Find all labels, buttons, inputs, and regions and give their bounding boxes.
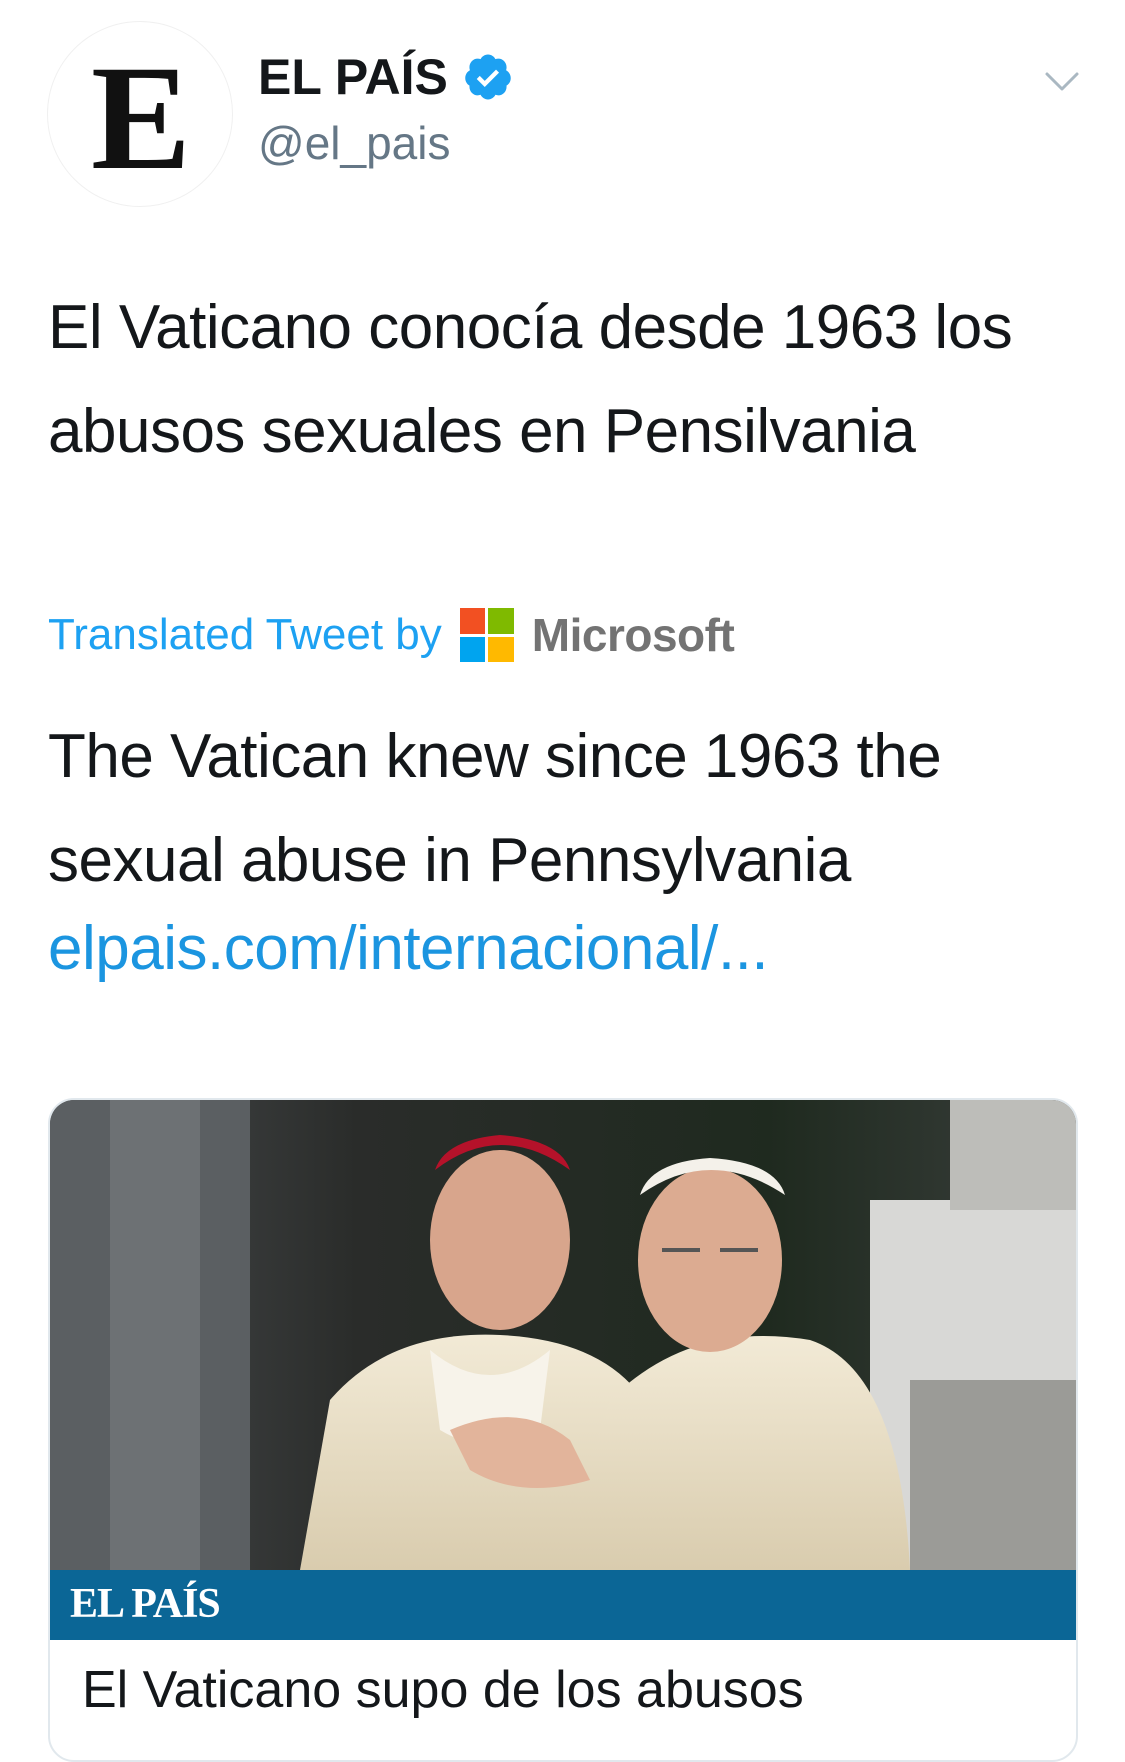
translator-name: Microsoft (531, 609, 735, 661)
tweet-text: El Vaticano conocía desde 1963 los abuso… (48, 293, 1013, 466)
translated-tweet-label[interactable]: Translated Tweet by (48, 610, 442, 660)
verified-badge-icon (465, 54, 511, 100)
translated-text: The Vatican knew since 1963 the sexual a… (48, 722, 942, 895)
card-source-logo: EL PAÍS (70, 1581, 221, 1627)
link-preview-card[interactable]: EL PAÍS El Vaticano supo de los abusos (48, 1098, 1078, 1762)
chevron-down-icon[interactable] (1044, 70, 1080, 94)
tweet-link[interactable]: elpais.com/internacional/... (48, 913, 769, 984)
display-name[interactable]: EL PAÍS (258, 48, 448, 106)
author-name-row[interactable]: EL PAÍS (258, 48, 514, 106)
author-handle[interactable]: @el_pais (258, 116, 450, 170)
translation-attribution: Translated Tweet by Microsoft (48, 608, 735, 662)
card-photo (50, 1100, 1076, 1570)
avatar[interactable]: E (48, 22, 232, 206)
microsoft-logo-icon (459, 608, 514, 662)
card-source-banner: EL PAÍS (50, 1570, 1076, 1640)
avatar-logo-letter: E (90, 35, 191, 201)
card-title[interactable]: El Vaticano supo de los abusos (82, 1660, 804, 1720)
